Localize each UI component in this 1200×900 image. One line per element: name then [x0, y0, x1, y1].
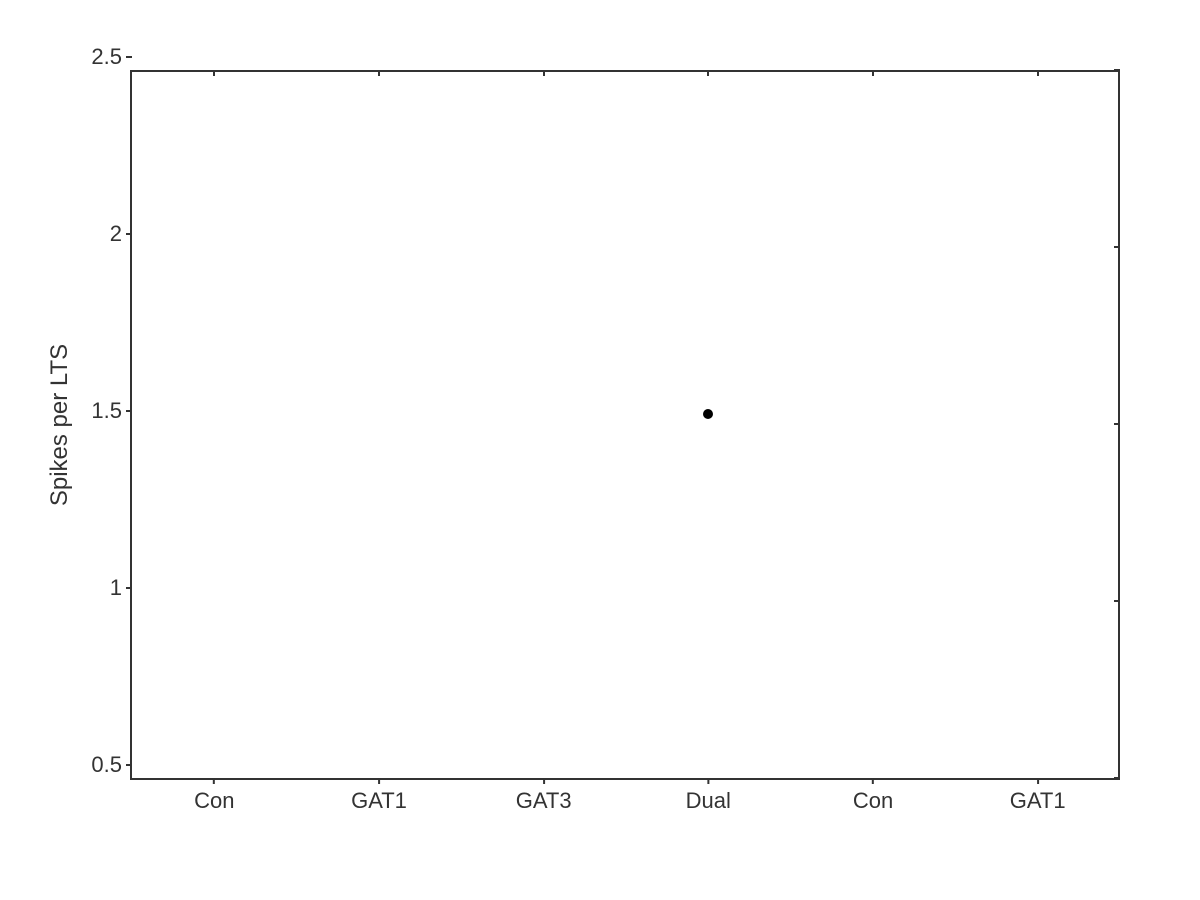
x-tick-dual: Dual	[686, 778, 731, 814]
y-tick-2: 2	[82, 221, 132, 247]
chart-container: Spikes per LTS 0.5 1 1.5 2 2.5	[50, 40, 1150, 860]
x-tick-con1: Con	[194, 778, 234, 814]
top-tick-con1	[213, 70, 215, 76]
top-tick-con2	[872, 70, 874, 76]
right-tick-1.5	[1114, 423, 1120, 425]
right-tick-2	[1114, 246, 1120, 248]
right-tick-1	[1114, 600, 1120, 602]
x-tick-gat1: GAT1	[351, 778, 407, 814]
x-tick-con2: Con	[853, 778, 893, 814]
y-tick-2.5: 2.5	[82, 44, 132, 70]
y-tick-1: 1	[82, 575, 132, 601]
top-tick-gat3	[543, 70, 545, 76]
top-tick-dual	[707, 70, 709, 76]
y-tick-1.5: 1.5	[82, 398, 132, 424]
y-tick-0.5: 0.5	[82, 752, 132, 778]
right-tick-2.5	[1114, 69, 1120, 71]
top-tick-gat1	[378, 70, 380, 76]
chart-plot-area: 0.5 1 1.5 2 2.5	[130, 70, 1120, 780]
data-point-dual-1.5	[703, 409, 713, 419]
y-axis-label: Spikes per LTS	[46, 344, 74, 506]
top-border	[132, 70, 1120, 72]
top-tick-gat1-2	[1037, 70, 1039, 76]
x-tick-gat1-2: GAT1	[1010, 778, 1066, 814]
right-tick-0.5	[1114, 777, 1120, 779]
x-tick-gat3: GAT3	[516, 778, 572, 814]
